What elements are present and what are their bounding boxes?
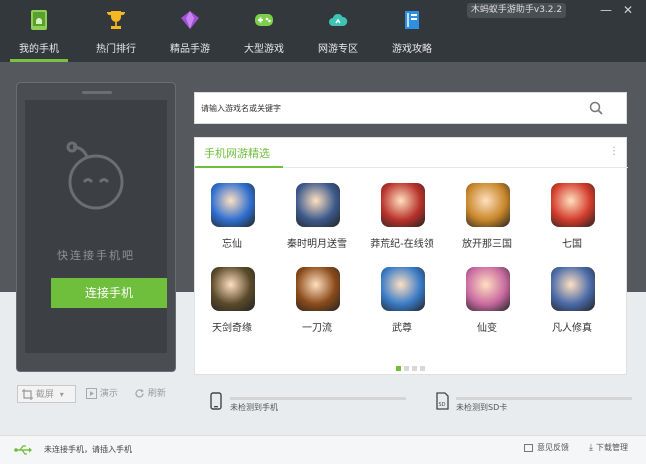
game-icon (381, 267, 425, 311)
screenshot-button[interactable]: 截屏 ▾ (17, 385, 76, 403)
connect-hint: 快连接手机吧 (57, 249, 135, 262)
refresh-button[interactable]: 刷新 (134, 385, 166, 403)
search-icon[interactable] (589, 101, 603, 115)
tab-label: 我的手机 (19, 44, 59, 55)
sd-status: SD 未检测到SD卡 (436, 392, 636, 416)
app-window: 我的手机 热门排行 精品手游 大型游戏 网游专区 游戏攻略 木蚂蚁手游助手v3.… (0, 0, 646, 464)
refresh-label: 刷新 (147, 389, 166, 399)
usb-icon (14, 445, 32, 455)
minimize-button[interactable]: — (597, 2, 615, 18)
sd-progress-bar (456, 397, 632, 400)
tab-large-games[interactable]: 大型游戏 (227, 0, 301, 62)
panel-title: 手机网游精选 (204, 147, 270, 160)
tab-label: 热门排行 (96, 44, 136, 55)
game-name: 一刀流 (302, 323, 332, 334)
game-item[interactable]: 秦时明月送雪 (277, 183, 357, 253)
phone-progress-bar (230, 397, 406, 400)
game-item[interactable]: 七国 (532, 183, 612, 253)
tab-premium-games[interactable]: 精品手游 (153, 0, 227, 62)
game-name: 忘仙 (222, 239, 242, 250)
phone-status: 未检测到手机 (210, 392, 410, 416)
tab-label: 精品手游 (170, 44, 210, 55)
game-name: 天剑奇缘 (212, 323, 252, 334)
refresh-icon (135, 389, 144, 398)
game-icon (381, 183, 425, 227)
game-icon (296, 267, 340, 311)
status-bar: 未连接手机，请插入手机 意见反馈 ⤓ 下载管理 (0, 435, 646, 464)
cloud-icon (329, 13, 348, 26)
tab-game-guides[interactable]: 游戏攻略 (375, 0, 449, 62)
android-phone-icon (31, 10, 47, 30)
game-icon (466, 267, 510, 311)
close-button[interactable]: ✕ (619, 2, 637, 18)
game-item[interactable]: 凡人修真 (532, 267, 612, 337)
page-dot[interactable] (404, 366, 409, 371)
connection-status: 未连接手机，请插入手机 (44, 445, 132, 454)
phone-speaker (82, 91, 112, 94)
download-manager-button[interactable]: ⤓ 下载管理 (589, 442, 628, 453)
download-label: 下载管理 (595, 443, 628, 452)
game-name: 秦时明月送雪 (287, 239, 347, 250)
phone-icon (210, 392, 222, 410)
game-name: 莽荒纪-在线领 (370, 239, 434, 250)
download-icon: ⤓ (589, 443, 593, 453)
game-name: 仙变 (477, 323, 497, 334)
play-icon (86, 388, 97, 399)
game-name: 武尊 (392, 323, 412, 334)
top-navigation: 我的手机 热门排行 精品手游 大型游戏 网游专区 游戏攻略 木蚂蚁手游助手v3.… (0, 0, 646, 62)
gem-icon (181, 11, 199, 29)
tab-hot-ranking[interactable]: 热门排行 (79, 0, 153, 62)
game-item[interactable]: 仙变 (447, 267, 527, 337)
phone-placeholder: 快连接手机吧 连接手机 (16, 82, 176, 372)
game-icon (466, 183, 510, 227)
feedback-label: 意见反馈 (537, 443, 569, 452)
crop-icon (22, 389, 33, 400)
more-menu-icon[interactable]: ⋮ (609, 146, 619, 157)
featured-games-panel: 手机网游精选 ⋮ 忘仙 秦时明月送雪 莽荒纪-在线领 放开那三国 七国天剑奇缘 一刀流 武尊… (192, 137, 628, 375)
trophy-icon (106, 11, 126, 29)
tab-my-phone[interactable]: 我的手机 (2, 0, 76, 62)
feedback-icon (524, 443, 533, 452)
connect-phone-button[interactable]: 连接手机 (51, 278, 167, 308)
game-icon (296, 183, 340, 227)
search-box (194, 92, 627, 124)
game-icon (551, 183, 595, 227)
game-item[interactable]: 一刀流 (277, 267, 357, 337)
game-name: 七国 (562, 239, 582, 250)
page-indicator (396, 361, 428, 371)
sd-card-icon: SD (436, 392, 449, 410)
demo-button[interactable]: 演示 (86, 385, 118, 403)
game-item[interactable]: 天剑奇缘 (192, 267, 272, 337)
search-input[interactable] (201, 99, 581, 117)
sd-status-text: 未检测到SD卡 (456, 403, 508, 412)
chevron-down-icon: ▾ (59, 390, 64, 399)
tab-label: 网游专区 (318, 44, 358, 55)
demo-label: 演示 (99, 389, 118, 399)
screenshot-label: 截屏 (35, 390, 54, 400)
game-item[interactable]: 忘仙 (192, 183, 272, 253)
feedback-button[interactable]: 意见反馈 (524, 442, 569, 453)
game-item[interactable]: 武尊 (362, 267, 442, 337)
page-dot[interactable] (396, 366, 401, 371)
tab-label: 游戏攻略 (392, 44, 432, 55)
game-name: 凡人修真 (552, 323, 592, 334)
game-icon (211, 267, 255, 311)
tab-label: 大型游戏 (244, 44, 284, 55)
phone-status-text: 未检测到手机 (230, 403, 278, 412)
game-icon (211, 183, 255, 227)
gamepad-icon (255, 14, 273, 26)
tab-online-games[interactable]: 网游专区 (301, 0, 375, 62)
page-dot[interactable] (412, 366, 417, 371)
game-item[interactable]: 放开那三国 (447, 183, 527, 253)
sd-icon-text: SD (439, 402, 446, 408)
title-underline (195, 166, 283, 168)
phone-screen: 快连接手机吧 连接手机 (25, 100, 167, 353)
game-icon (551, 267, 595, 311)
game-item[interactable]: 莽荒纪-在线领 (362, 183, 442, 253)
book-icon (405, 11, 419, 29)
app-version: 木蚂蚁手游助手v3.2.2 (467, 3, 566, 18)
page-dot[interactable] (420, 366, 425, 371)
ant-mascot-icon (66, 141, 124, 210)
game-name: 放开那三国 (462, 239, 512, 250)
